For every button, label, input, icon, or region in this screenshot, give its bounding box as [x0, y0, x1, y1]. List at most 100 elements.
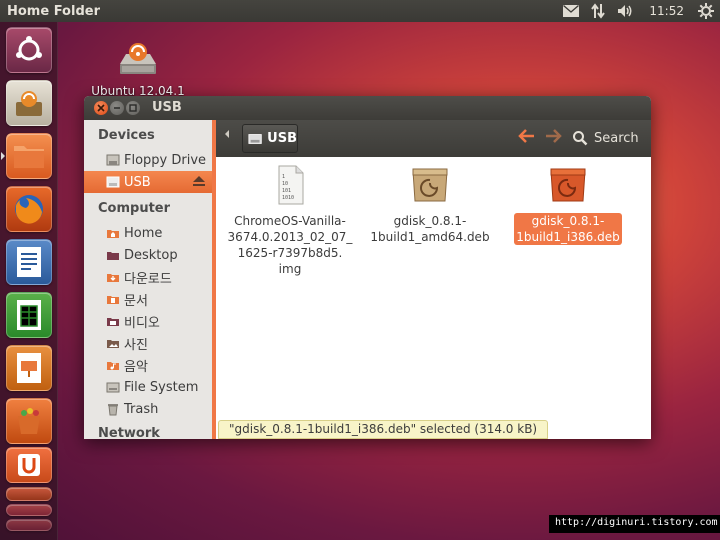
file-item[interactable]: 1 10 101 1010 ChromeOS-Vanilla- 3674.0.2…: [226, 165, 354, 277]
software-center-icon[interactable]: [6, 398, 52, 444]
deb-package-icon: [412, 168, 448, 202]
search-label: Search: [594, 130, 639, 146]
indicator-area: 11:52: [557, 0, 720, 22]
file-manager-window: USB Devices Floppy Drive USB Computer Ho…: [84, 96, 651, 439]
launcher-stack-item[interactable]: [6, 519, 52, 531]
sidebar-item-label: Desktop: [124, 247, 178, 263]
close-button[interactable]: [94, 101, 108, 115]
network-header: Network: [98, 426, 160, 439]
libreoffice-calc-icon[interactable]: [6, 292, 52, 338]
sidebar-item-label: 다운로드: [124, 271, 172, 287]
software-updater-icon[interactable]: [6, 80, 52, 126]
binary-file-icon: 1 10 101 1010: [278, 165, 304, 205]
clock[interactable]: 11:52: [641, 4, 692, 18]
usb-drive-icon: [248, 133, 262, 144]
sidebar-item-label: Trash: [124, 401, 159, 417]
top-panel: Home Folder 11:52: [0, 0, 720, 22]
path-scroll-left-button[interactable]: [224, 130, 230, 141]
sidebar-item-videos[interactable]: 비디오: [84, 310, 212, 332]
sidebar-item-label: 비디오: [124, 315, 160, 331]
sidebar-item-trash[interactable]: Trash: [84, 398, 212, 420]
chevron-left-icon: [225, 130, 229, 138]
file-name: gdisk_0.8.1- 1build1_i386.deb: [514, 213, 622, 245]
svg-text:10: 10: [282, 181, 288, 187]
volume-icon[interactable]: [611, 0, 641, 22]
trash-icon: [106, 402, 120, 416]
path-label: USB: [267, 131, 297, 146]
eject-icon[interactable]: [192, 175, 206, 191]
svg-text:101: 101: [282, 188, 291, 194]
svg-text:1010: 1010: [282, 195, 294, 201]
launcher-stack-item[interactable]: [6, 487, 52, 501]
sidebar-item-label: Floppy Drive: [124, 152, 207, 168]
documents-icon: [106, 292, 120, 306]
libreoffice-impress-icon[interactable]: [6, 345, 52, 391]
svg-text:1: 1: [282, 174, 285, 180]
home-folder-icon[interactable]: [6, 133, 52, 179]
app-title: Home Folder: [7, 3, 100, 19]
deb-package-icon: [550, 168, 586, 202]
file-view[interactable]: 1 10 101 1010 ChromeOS-Vanilla- 3674.0.2…: [216, 157, 651, 439]
window-title: USB: [152, 100, 182, 115]
sidebar-item-usb[interactable]: USB: [84, 171, 212, 193]
sidebar-item-label: USB: [124, 174, 151, 190]
sidebar-item-label: Home: [124, 225, 163, 241]
close-icon: [97, 104, 105, 112]
music-icon: [106, 358, 120, 372]
titlebar[interactable]: USB: [84, 96, 651, 120]
sidebar-item-downloads[interactable]: 다운로드: [84, 266, 212, 288]
sidebar-item-label: 사진: [124, 337, 148, 353]
firefox-icon[interactable]: [6, 186, 52, 232]
running-indicator: [1, 152, 5, 160]
ubuntu-dash-icon[interactable]: [6, 27, 52, 73]
pictures-icon: [106, 336, 120, 350]
sidebar-item-label: File System: [124, 379, 199, 395]
desktop-icon: [106, 248, 120, 262]
launcher-stack-item[interactable]: [6, 504, 52, 516]
computer-header: Computer: [98, 201, 171, 216]
forward-button[interactable]: [544, 128, 562, 148]
toolbar: USB Search: [216, 120, 651, 157]
floppy-icon: [106, 153, 120, 167]
downloads-icon: [106, 270, 120, 284]
libreoffice-writer-icon[interactable]: [6, 239, 52, 285]
filesystem-icon: [106, 380, 120, 394]
back-button[interactable]: [518, 128, 536, 148]
sidebar-item-home[interactable]: Home: [84, 222, 212, 244]
search-icon: [573, 131, 588, 146]
sidebar-item-pictures[interactable]: 사진: [84, 332, 212, 354]
status-bar: "gdisk_0.8.1-1build1_i386.deb" selected …: [218, 420, 549, 439]
desktop-drive-icon[interactable]: Ubuntu 12.04.1 LTS: [80, 40, 196, 98]
devices-header: Devices: [98, 128, 155, 143]
arrow-right-icon: [546, 129, 562, 143]
gear-icon[interactable]: [692, 0, 720, 22]
path-button-usb[interactable]: USB: [242, 124, 298, 153]
sidebar-item-label: 음악: [124, 359, 148, 375]
places-sidebar: Devices Floppy Drive USB Computer Home D…: [84, 120, 216, 439]
launcher: [0, 22, 58, 540]
sidebar-item-documents[interactable]: 문서: [84, 288, 212, 310]
file-name: ChromeOS-Vanilla- 3674.0.2013_02_07_ 162…: [227, 214, 353, 276]
sidebar-item-file-system[interactable]: File System: [84, 376, 212, 398]
ubuntu-one-icon[interactable]: [6, 447, 52, 483]
file-item[interactable]: gdisk_0.8.1- 1build1_amd64.deb: [366, 165, 494, 245]
maximize-icon: [129, 104, 137, 112]
file-name: gdisk_0.8.1- 1build1_amd64.deb: [370, 214, 490, 244]
arrow-left-icon: [518, 129, 534, 143]
minimize-button[interactable]: [110, 101, 124, 115]
usb-drive-icon: [106, 175, 120, 189]
videos-icon: [106, 314, 120, 328]
sidebar-item-label: 문서: [124, 293, 148, 309]
watermark: http://diginuri.tistory.com: [549, 515, 720, 533]
minimize-icon: [114, 107, 120, 109]
file-item-selected[interactable]: gdisk_0.8.1- 1build1_i386.deb: [504, 165, 632, 245]
sidebar-item-desktop[interactable]: Desktop: [84, 244, 212, 266]
mail-icon[interactable]: [557, 0, 585, 22]
network-icon[interactable]: [585, 0, 611, 22]
home-icon: [106, 226, 120, 240]
drive-icon: [120, 43, 156, 74]
maximize-button[interactable]: [126, 101, 140, 115]
search-button[interactable]: Search: [572, 126, 639, 150]
sidebar-item-floppy-drive[interactable]: Floppy Drive: [84, 149, 212, 171]
sidebar-item-music[interactable]: 음악: [84, 354, 212, 376]
